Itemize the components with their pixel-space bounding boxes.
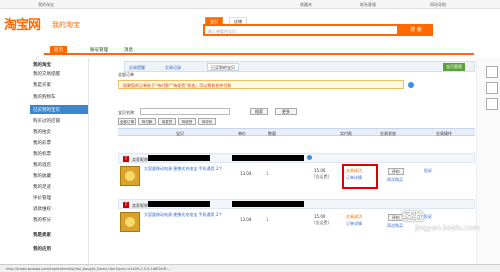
all-orders-label: 全部订单 [118,72,134,77]
buy-again-link[interactable]: 再次购买 [387,177,403,183]
sidebar-item-reminders[interactable]: 我的交易提醒 [33,71,60,77]
sidebar-item-favorites[interactable]: 我的收藏 [33,173,51,179]
redacted-bar [232,155,304,161]
item-name-label: 宝贝名称: [118,110,136,115]
topbar-link-sitemap[interactable]: 网站导航 [430,2,446,8]
order-detail-link[interactable]: 订单详情 [346,221,362,227]
tab-all-orders[interactable]: 全部订单 [118,118,136,125]
order-shop-name[interactable]: 卖家昵称 [132,157,148,163]
topbar-link-favorites[interactable]: 收藏夹 [300,2,312,8]
watermark-url: jingyan.baidu.com [415,224,480,232]
merge-pay-hint: 如果您的订单处于“待付款”“待发货”状态，可以将其合并付款 [118,80,404,89]
complain-link[interactable]: 投诉 [424,214,432,220]
sidebar-item-cart[interactable]: 我的购物车 [33,94,56,100]
order-total: 15.00 [314,168,326,173]
main-nav: 首页 账号管理 消息 [44,46,474,55]
redacted-bar [148,201,210,207]
sidebar: 我的淘宝 我的交易提醒 我是买家 我的购物车 已买到的宝贝 购买过的店铺 我的拍… [30,58,89,268]
order-status: 交易成功 [346,214,362,219]
mytaobao-logo-sub: 我的淘宝 [52,21,80,29]
col-price: 单价 [238,130,246,136]
order-total-sub: (含运费) [314,174,330,179]
order-qty: 1 [266,171,269,176]
watermark-baidu: 经验 [402,210,424,223]
sidebar-item-apps[interactable]: 我的应用 [33,246,51,252]
sidebar-item-flights[interactable]: 我的机票 [33,151,51,157]
item-name-input[interactable] [140,108,230,115]
order-qty: 1 [266,217,269,222]
breadcrumb: 交易提醒 交易记录 已买到的宝贝 宝贝管理 [124,61,475,72]
col-item: 宝贝 [176,130,184,136]
sidebar-item-points[interactable]: 我的积分 [33,217,51,223]
side-tool-icon[interactable] [486,66,498,78]
order-shop-name[interactable]: 卖家昵称 [132,203,148,209]
redacted-bar [148,155,210,161]
nav-account[interactable]: 账号管理 [90,47,108,53]
buy-again-link[interactable]: 再次购买 [387,223,403,229]
product-thumbnail[interactable] [120,166,140,186]
col-status: 交易状态 [380,130,396,136]
highlight-box [342,164,378,189]
status-url: http://trade.taobao.com/trade/itemlist/l… [6,267,170,271]
taobao-logo[interactable]: 淘宝网 [4,14,41,33]
col-action: 交易操作 [436,130,452,136]
search-placeholder: 输入想要的宝贝 [208,29,236,34]
side-tool-icon[interactable] [486,98,498,110]
manage-items-button[interactable]: 宝贝管理 [443,63,465,71]
top-site-bar: 我的淘宝 收藏夹 联系客服 网站导航 [0,0,500,9]
chat-icon[interactable] [307,155,312,160]
order-total-sub: (含运费) [314,220,330,225]
review-button[interactable]: 评价 [388,168,404,175]
more-filters-button[interactable]: 更多 [275,108,297,115]
breadcrumb-item-records[interactable]: 交易记录 [165,65,181,71]
complain-link[interactable]: 投诉 [424,168,432,174]
tab-pending-shipment[interactable]: 待发货 [158,118,176,125]
breadcrumb-item-reminders[interactable]: 交易提醒 [129,65,145,71]
sidebar-item-lottery[interactable]: 我的彩票 [33,140,51,146]
topbar-link-mytaobao[interactable]: 我的淘宝 [38,2,54,8]
search-tab-shops[interactable]: 店铺 [229,17,247,24]
side-tool-icon[interactable] [486,82,498,94]
order-price: 13.04 [240,217,252,222]
sidebar-item-buyer[interactable]: 我是买家 [33,82,51,88]
tab-pending-receipt[interactable]: 待收货 [178,118,196,125]
order-price: 13.04 [240,171,252,176]
sidebar-item-seller[interactable]: 我是卖家 [33,232,51,238]
tab-pending-review[interactable]: 待评价 [198,118,216,125]
sidebar-item-reviews[interactable]: 评价管理 [33,195,51,201]
sidebar-item-shops[interactable]: 购买过的店铺 [33,118,60,124]
search-button[interactable]: 搜 索 [399,24,433,36]
breadcrumb-item-bought[interactable]: 已买到的宝贝 [207,63,239,71]
orders-table-header: 宝贝 单价 数量 实付款 交易状态 交易操作 [118,128,475,136]
product-thumbnail[interactable] [120,212,140,232]
status-bar: http://trade.taobao.com/trade/itemlist/l… [0,264,500,272]
order-badge-icon: T [123,156,129,162]
col-paid: 实付款 [340,130,352,136]
product-title[interactable]: 大容量移动电源 便携式充电宝 手机通用 2个 [144,166,234,171]
search-orders-button[interactable]: 搜索 [250,108,268,115]
nav-home[interactable]: 首页 [50,46,67,55]
sidebar-item-mytaobao[interactable]: 我的淘宝 [33,62,51,68]
order-badge-icon: T [123,202,129,208]
sidebar-item-auction[interactable]: 我的拍卖 [33,129,51,135]
sidebar-item-bought-label: 已买到的宝贝 [33,108,60,113]
help-icon[interactable] [408,82,414,88]
topbar-link-service[interactable]: 联系客服 [360,2,376,8]
sidebar-item-history[interactable]: 我的足迹 [33,184,51,190]
search-tab-items[interactable]: 宝贝 [205,17,223,24]
sidebar-item-refunds[interactable]: 退款维权 [33,206,51,212]
order-total: 15.00 [314,214,326,219]
redacted-bar [232,201,304,207]
sidebar-item-bought[interactable]: 已买到的宝贝 [30,105,88,114]
tab-pending-payment[interactable]: 待付款 [138,118,156,125]
product-title[interactable]: 大容量移动电源 便携式充电宝 手机通用 2个 [144,212,234,217]
sidebar-item-hotels[interactable]: 我的酒店 [33,162,51,168]
nav-messages[interactable]: 消息 [124,47,133,53]
search-input[interactable]: 输入想要的宝贝 [203,24,399,36]
col-qty: 数量 [268,130,276,136]
merge-pay-hint-text: 如果您的订单处于“待付款”“待发货”状态，可以将其合并付款 [123,83,232,88]
